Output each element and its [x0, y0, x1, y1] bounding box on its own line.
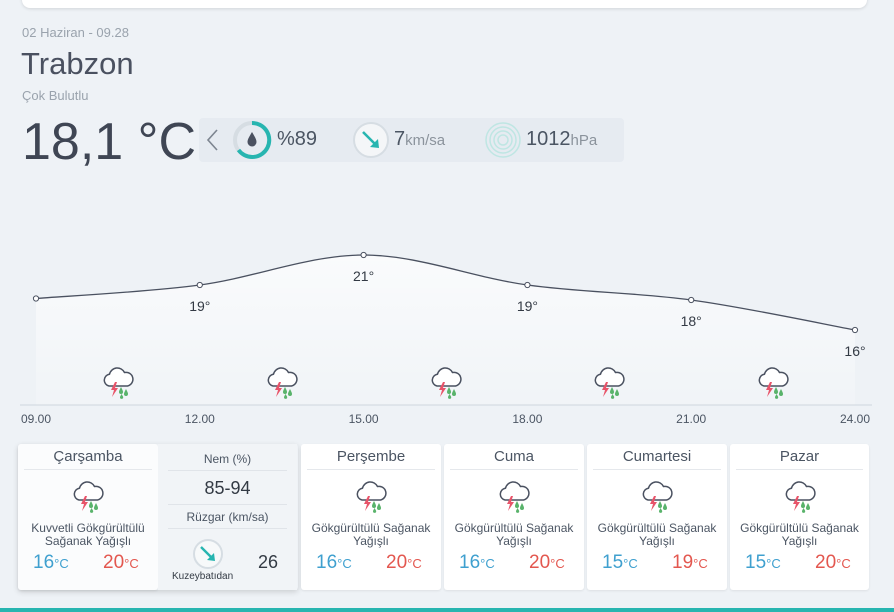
max-temperature: 20°C [529, 552, 565, 573]
x-tick-label: 15.00 [349, 412, 379, 426]
day-description: Kuvvetli Gökgürültülü Sağanak Yağışlı [20, 522, 156, 548]
divider [168, 470, 287, 471]
max-temperature: 20°C [103, 552, 139, 573]
day-card-carsamba[interactable]: Çarşamba Kuvvetli Gökgürültülü Sağanak Y… [18, 444, 158, 590]
date-time: 02 Haziran - 09.28 [22, 25, 129, 40]
thunderstorm-rain-icon [496, 480, 532, 519]
current-metrics-panel: %89 7km/sa 1012hPa [199, 118, 624, 162]
data-point [32, 295, 40, 302]
divider [307, 469, 435, 470]
wind-speed-value: 26 [258, 552, 279, 572]
day-description: Gökgürültülü Sağanak Yağışlı [732, 522, 867, 548]
description-line-2: Yağışlı [639, 534, 675, 548]
day-description: Gökgürültülü Sağanak Yağışlı [446, 522, 582, 548]
day-card-cumartesi[interactable]: Cumartesi Gökgürültülü Sağanak Yağışlı 1… [587, 444, 727, 590]
min-temperature: 16°C [33, 552, 69, 573]
max-temperature: 20°C [815, 552, 851, 573]
day-description: Gökgürültülü Sağanak Yağışlı [589, 522, 725, 548]
pressure-icon [485, 122, 521, 158]
day-name: Cumartesi [622, 448, 692, 465]
description-line-2: Yağışlı [496, 534, 532, 548]
accent-bottom-line [0, 608, 894, 612]
wind-value: 7 [394, 128, 406, 150]
data-point [851, 326, 859, 334]
description-line-2: Yağışlı [781, 534, 818, 548]
data-point [196, 281, 203, 289]
day-name: Cuma [493, 448, 534, 465]
data-point [524, 281, 531, 289]
thunderstorm-rain-icon [353, 480, 389, 519]
day-card-persembe[interactable]: Perşembe Gökgürültülü Sağanak Yağışlı 16… [301, 444, 441, 590]
day-description: Gökgürültülü Sağanak Yağışlı [303, 522, 439, 548]
divider [736, 469, 863, 470]
data-label: 16° [844, 343, 865, 359]
x-tick-label: 21.00 [676, 412, 706, 426]
thunderstorm-rain-icon [100, 366, 136, 405]
data-point [360, 251, 367, 259]
weather-condition: Çok Bulutlu [22, 88, 89, 103]
humidity-range: 85-94 [204, 478, 251, 498]
thunderstorm-rain-icon [428, 366, 464, 405]
thunderstorm-rain-icon [755, 366, 791, 405]
humidity-value: %89 [277, 128, 318, 150]
data-label: 19° [517, 298, 538, 314]
data-label: 21° [353, 268, 374, 284]
chevron-left-icon[interactable] [202, 125, 224, 155]
divider [593, 469, 721, 470]
max-temperature: 19°C [672, 552, 708, 573]
humidity-icon [233, 120, 272, 159]
thunderstorm-rain-icon [591, 366, 627, 405]
data-label: 18° [681, 313, 702, 329]
pressure-value: 1012 [526, 128, 571, 150]
divider [168, 528, 287, 529]
city-name: Trabzon [21, 46, 134, 81]
x-tick-label: 09.00 [21, 412, 51, 426]
wind-direction-icon [193, 539, 223, 569]
x-tick-label: 24.00 [840, 412, 870, 426]
x-tick-label: 12.00 [185, 412, 215, 426]
min-temperature: 15°C [745, 552, 781, 573]
humidity-label: Nem (%) [203, 452, 252, 466]
data-label: 19° [189, 298, 210, 314]
wind-direction-label: Kuzeybatıdan [172, 571, 234, 582]
description-line-2: Sağanak Yağışlı [44, 534, 132, 548]
thunderstorm-rain-icon [264, 366, 300, 405]
max-temperature: 20°C [386, 552, 422, 573]
min-temperature: 16°C [459, 552, 495, 573]
thunderstorm-rain-icon [639, 480, 675, 519]
x-tick-label: 18.00 [512, 412, 542, 426]
wind-label: Rüzgar (km/sa) [186, 510, 269, 524]
thunderstorm-rain-icon [782, 480, 818, 519]
day-name: Perşembe [336, 448, 406, 465]
description-line-2: Yağışlı [353, 534, 389, 548]
data-point [688, 296, 695, 304]
thunderstorm-rain-icon [70, 480, 106, 519]
divider [450, 469, 578, 470]
min-temperature: 15°C [602, 552, 638, 573]
day-name: Çarşamba [53, 448, 123, 465]
wind-unit: km/sa [405, 132, 446, 149]
divider [24, 469, 152, 470]
day-card-pazar[interactable]: Pazar Gökgürültülü Sağanak Yağışlı 15°C … [730, 444, 869, 590]
day-detail-panel: Nem (%) 85-94 Rüzgar (km/sa) Kuzeybatıda… [158, 444, 297, 590]
min-temperature: 16°C [316, 552, 352, 573]
current-temperature: 18,1 °C [22, 113, 197, 171]
divider [168, 504, 287, 505]
pressure-unit: hPa [570, 132, 598, 149]
day-card-cuma[interactable]: Cuma Gökgürültülü Sağanak Yağışlı 16°C 2… [444, 444, 584, 590]
wind-direction-icon [353, 122, 389, 158]
day-name: Pazar [779, 448, 820, 465]
top-card-edge [22, 0, 867, 8]
